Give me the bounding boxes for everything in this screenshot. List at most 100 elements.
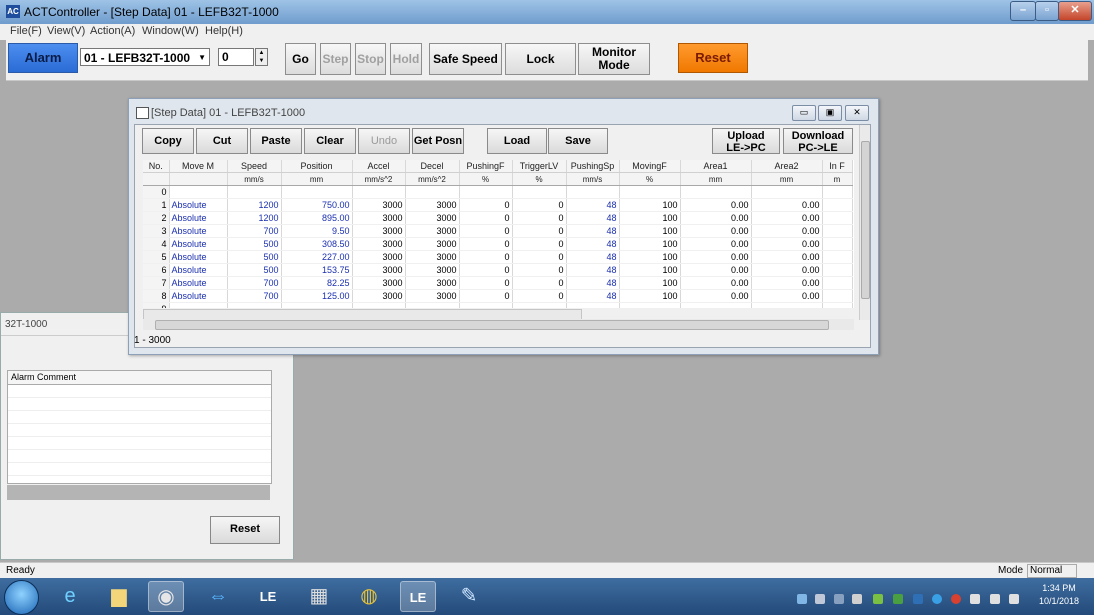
lock-button[interactable]: Lock bbox=[505, 43, 576, 75]
table-cell[interactable]: 48 bbox=[566, 250, 620, 264]
table-cell[interactable]: 0 bbox=[459, 211, 513, 225]
table-cell[interactable]: 100 bbox=[619, 289, 681, 303]
column-header[interactable]: MovingF bbox=[619, 160, 681, 173]
table-cell[interactable]: 0.00 bbox=[751, 224, 823, 238]
table-cell[interactable]: 3000 bbox=[352, 276, 406, 290]
table-row[interactable]: 3 Absolute 700 9.50 3000 3000 0 0 48 100 0.00 0.00 bbox=[143, 224, 853, 238]
table-cell[interactable] bbox=[822, 263, 853, 277]
table-cell[interactable]: 3000 bbox=[405, 250, 460, 264]
table-cell[interactable]: 100 bbox=[619, 263, 681, 277]
monitor-mode-button[interactable]: Monitor Mode bbox=[578, 43, 650, 75]
table-row[interactable]: 9 bbox=[143, 302, 853, 308]
table-cell[interactable]: 48 bbox=[566, 276, 620, 290]
column-header[interactable]: No. bbox=[143, 160, 170, 173]
table-cell[interactable]: 0.00 bbox=[680, 237, 752, 251]
table-cell[interactable]: 48 bbox=[566, 198, 620, 212]
chrome-icon[interactable]: ◍ bbox=[351, 581, 387, 612]
table-cell[interactable]: 0.00 bbox=[751, 276, 823, 290]
alarm-list[interactable]: Alarm Comment bbox=[7, 370, 272, 484]
table-cell[interactable]: 0 bbox=[459, 237, 513, 251]
table-cell[interactable]: Absolute bbox=[169, 237, 228, 251]
table-row[interactable]: 7 Absolute 700 82.25 3000 3000 0 0 48 100 0.00 0.00 bbox=[143, 276, 853, 290]
hold-button[interactable]: Hold bbox=[390, 43, 422, 75]
table-cell[interactable]: 3000 bbox=[352, 198, 406, 212]
table-cell[interactable]: 0 bbox=[512, 237, 567, 251]
clear-button[interactable]: Clear bbox=[304, 128, 356, 154]
step-button[interactable]: Step bbox=[320, 43, 351, 75]
le-icon[interactable]: LE bbox=[250, 581, 286, 612]
table-row[interactable]: 1 Absolute 1200 750.00 3000 3000 0 0 48 100 0.00 0.… bbox=[143, 198, 853, 212]
table-cell[interactable] bbox=[566, 302, 620, 308]
table-row[interactable]: 4 Absolute 500 308.50 3000 3000 0 0 48 100 0.00 0.0… bbox=[143, 237, 853, 251]
table-cell[interactable]: 3000 bbox=[405, 211, 460, 225]
table-cell[interactable]: 48 bbox=[566, 237, 620, 251]
reset-button[interactable]: Reset bbox=[678, 43, 748, 73]
table-cell[interactable]: 3000 bbox=[405, 263, 460, 277]
table-cell[interactable] bbox=[459, 302, 513, 308]
table-cell[interactable]: 500 bbox=[227, 237, 282, 251]
menu-action[interactable]: Action(A) bbox=[90, 25, 135, 37]
table-cell[interactable]: 0 bbox=[459, 224, 513, 238]
menu-help[interactable]: Help(H) bbox=[205, 25, 243, 37]
table-cell[interactable] bbox=[822, 237, 853, 251]
horizontal-scrollbar[interactable] bbox=[143, 319, 854, 330]
column-header[interactable]: Area2 bbox=[751, 160, 823, 173]
table-cell[interactable]: 0.00 bbox=[680, 198, 752, 212]
table-cell[interactable]: 0 bbox=[512, 224, 567, 238]
table-cell[interactable] bbox=[680, 185, 752, 199]
download-button[interactable]: Download PC->LE bbox=[783, 128, 853, 154]
step-data-grid[interactable]: No. Move M Speed Position Accel Decel PushingF… bbox=[143, 160, 854, 308]
table-cell[interactable] bbox=[751, 302, 823, 308]
table-row[interactable]: 5 Absolute 500 227.00 3000 3000 0 0 48 100 0.00 0.0… bbox=[143, 250, 853, 264]
table-cell[interactable] bbox=[822, 289, 853, 303]
table-cell[interactable]: 0.00 bbox=[680, 276, 752, 290]
maximize-button[interactable]: ▣ bbox=[818, 105, 842, 121]
table-cell[interactable] bbox=[822, 302, 853, 308]
tray-nvidia-icon[interactable] bbox=[893, 594, 903, 604]
table-cell[interactable]: 3000 bbox=[352, 263, 406, 277]
undo-button[interactable]: Undo bbox=[358, 128, 410, 154]
table-cell[interactable]: Absolute bbox=[169, 276, 228, 290]
table-cell[interactable]: 100 bbox=[619, 276, 681, 290]
table-cell[interactable]: 3000 bbox=[405, 224, 460, 238]
table-cell[interactable]: 3000 bbox=[405, 198, 460, 212]
step-number-input[interactable]: 0 bbox=[218, 48, 254, 66]
column-header[interactable]: In F bbox=[822, 160, 853, 173]
maximize-button[interactable]: ▫ bbox=[1035, 1, 1059, 21]
tray-teamviewer-icon[interactable] bbox=[932, 594, 942, 604]
table-cell[interactable]: 0.00 bbox=[751, 211, 823, 225]
table-cell[interactable]: 0.00 bbox=[680, 250, 752, 264]
clock[interactable]: 1:34 PM 10/1/2018 bbox=[1028, 582, 1090, 608]
table-cell[interactable] bbox=[169, 302, 228, 308]
table-cell[interactable]: 3000 bbox=[352, 211, 406, 225]
calculator-icon[interactable]: ▦ bbox=[301, 581, 337, 612]
upload-button[interactable]: Upload LE->PC bbox=[712, 128, 780, 154]
minimize-button[interactable]: – bbox=[1010, 1, 1036, 21]
app-icon[interactable]: ◉ bbox=[148, 581, 184, 612]
table-cell[interactable]: 3000 bbox=[352, 289, 406, 303]
alarm-reset-button[interactable]: Reset bbox=[210, 516, 280, 544]
table-cell[interactable]: Absolute bbox=[169, 250, 228, 264]
column-header[interactable]: Speed bbox=[227, 160, 282, 173]
table-cell[interactable]: 700 bbox=[227, 289, 282, 303]
get-posn-button[interactable]: Get Posn bbox=[412, 128, 464, 154]
table-cell[interactable]: 48 bbox=[566, 224, 620, 238]
table-cell[interactable]: 0 bbox=[459, 250, 513, 264]
table-cell[interactable]: 3000 bbox=[352, 237, 406, 251]
save-button[interactable]: Save bbox=[548, 128, 608, 154]
step-spinner[interactable]: ▲ ▼ bbox=[255, 48, 268, 66]
table-cell[interactable]: 0.00 bbox=[680, 211, 752, 225]
column-header[interactable]: Position bbox=[281, 160, 353, 173]
close-button[interactable]: ✕ bbox=[845, 105, 869, 121]
table-cell[interactable]: 700 bbox=[227, 276, 282, 290]
table-cell[interactable] bbox=[751, 185, 823, 199]
table-cell[interactable] bbox=[822, 211, 853, 225]
tray-network-icon[interactable] bbox=[797, 594, 807, 604]
column-header[interactable]: PushingF bbox=[459, 160, 513, 173]
table-cell[interactable] bbox=[619, 302, 681, 308]
table-cell[interactable]: 0 bbox=[459, 276, 513, 290]
table-row[interactable]: 2 Absolute 1200 895.00 3000 3000 0 0 48 100 0.00 0.… bbox=[143, 211, 853, 225]
table-row[interactable]: 0 bbox=[143, 185, 853, 199]
table-cell[interactable]: 895.00 bbox=[281, 211, 353, 225]
stop-button[interactable]: Stop bbox=[355, 43, 386, 75]
